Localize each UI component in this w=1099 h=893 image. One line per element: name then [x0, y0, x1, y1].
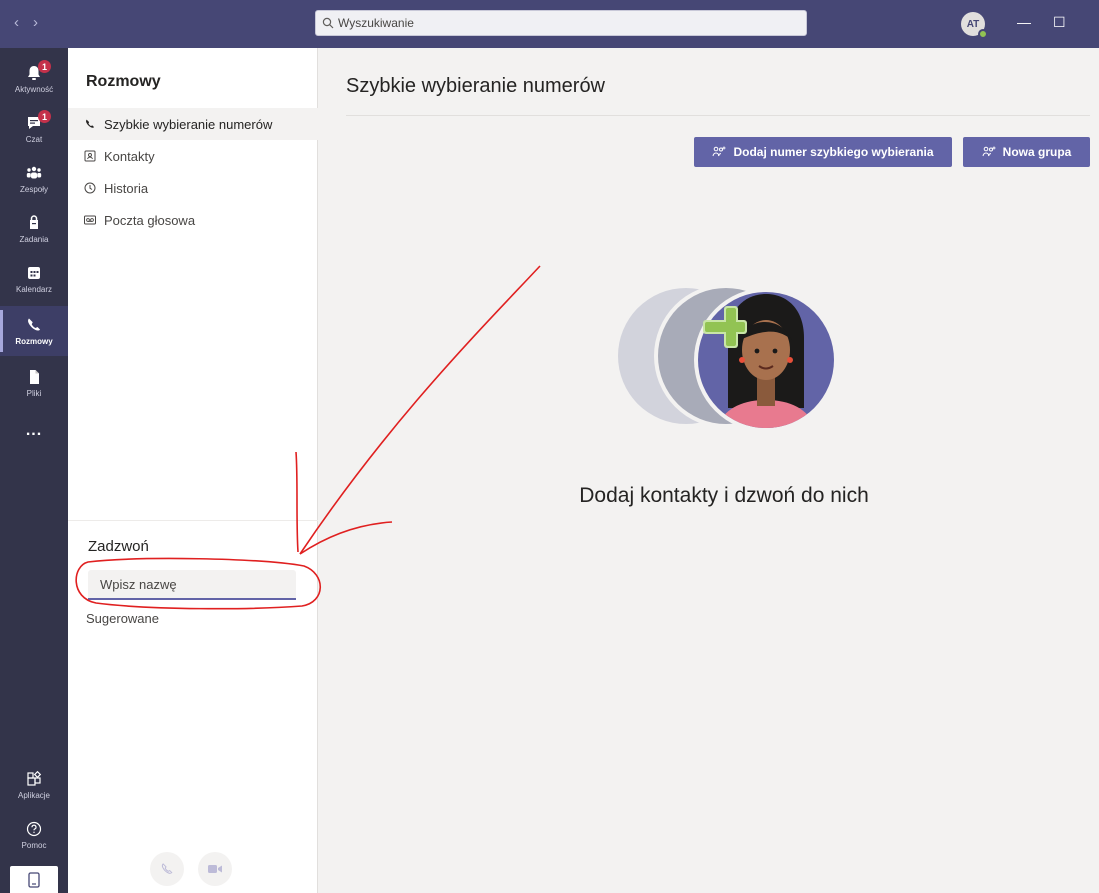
video-camera-icon: [208, 865, 222, 873]
tasks-icon: [30, 215, 38, 229]
phone-icon: [28, 318, 41, 331]
search-box[interactable]: Wyszukiwanie: [315, 10, 807, 36]
button-label: Nowa grupa: [1002, 145, 1072, 159]
user-initials: AT: [966, 18, 980, 30]
phone-icon: [86, 119, 95, 128]
add-people-icon: [712, 146, 726, 157]
nav-item-label: Historia: [104, 180, 149, 196]
calls-nav: Szybkie wybieranie numerów Kontakty Hist…: [68, 108, 318, 236]
rail-item-help[interactable]: Pomoc: [0, 810, 68, 860]
title-bar: ‹ › Wyszukiwanie AT — ☐: [0, 0, 1099, 48]
forward-arrow-icon[interactable]: ›: [33, 14, 38, 31]
rail-item-calendar[interactable]: Kalendarz: [0, 254, 68, 304]
audio-call-button[interactable]: [150, 852, 184, 886]
nav-item-history[interactable]: Historia: [68, 172, 318, 204]
rail-label: Zadania: [19, 235, 49, 244]
activity-badge: 1: [38, 60, 51, 73]
more-icon: ...: [25, 422, 43, 439]
back-arrow-icon[interactable]: ‹: [14, 14, 19, 31]
search-icon: [322, 17, 334, 29]
chat-badge: 1: [38, 110, 51, 123]
nav-item-contacts[interactable]: Kontakty: [68, 140, 318, 172]
nav-item-voicemail[interactable]: Poczta głosowa: [68, 204, 318, 236]
rail-label: Pliki: [26, 389, 42, 398]
user-avatar[interactable]: AT: [961, 12, 988, 39]
rail-item-apps[interactable]: Aplikacje: [0, 760, 68, 810]
nav-item-label: Kontakty: [104, 148, 155, 164]
call-name-input[interactable]: [88, 570, 296, 600]
add-people-icon: [982, 146, 996, 157]
minimize-button[interactable]: —: [1017, 14, 1031, 30]
teams-icon: [26, 166, 42, 179]
rail-label: Kalendarz: [15, 285, 53, 294]
main-content: Szybkie wybieranie numerów Dodaj numer s…: [318, 48, 1099, 893]
maximize-button[interactable]: ☐: [1053, 14, 1066, 31]
app-rail: 1 Aktywność 1 Czat Zespoły Zadania Kalen…: [0, 48, 68, 893]
voicemail-icon: [84, 215, 96, 225]
calls-panel: Rozmowy Szybkie wybieranie numerów Konta…: [68, 48, 318, 893]
history-navigation: ‹ ›: [14, 14, 38, 31]
title-divider: [346, 115, 1090, 116]
panel-divider: [68, 520, 318, 521]
rail-label: Zespoły: [19, 185, 48, 194]
add-contacts-illustration: [618, 288, 838, 432]
rail-label: Czat: [25, 135, 43, 144]
add-speed-dial-button[interactable]: Dodaj numer szybkiego wybierania: [694, 137, 952, 167]
panel-title: Rozmowy: [86, 73, 161, 90]
rail-item-calls[interactable]: Rozmowy: [0, 306, 68, 356]
nav-item-label: Szybkie wybieranie numerów: [104, 116, 273, 132]
button-label: Dodaj numer szybkiego wybierania: [733, 145, 934, 159]
calendar-icon: [28, 267, 40, 279]
page-title: Szybkie wybieranie numerów: [346, 75, 606, 97]
rail-item-chat[interactable]: 1 Czat: [0, 104, 68, 154]
file-icon: [30, 370, 39, 384]
rail-label: Pomoc: [21, 841, 47, 850]
phone-icon: [161, 863, 173, 874]
device-button[interactable]: [10, 866, 58, 893]
help-icon: [26, 821, 42, 837]
device-icon: [28, 871, 40, 888]
rail-label: Aplikacje: [17, 791, 50, 800]
nav-item-label: Poczta głosowa: [104, 212, 196, 228]
nav-item-speed-dial[interactable]: Szybkie wybieranie numerów: [68, 108, 318, 140]
presence-available-icon: [978, 29, 988, 39]
history-icon: [84, 182, 96, 194]
rail-item-tasks[interactable]: Zadania: [0, 204, 68, 254]
rail-item-more[interactable]: ...: [0, 406, 68, 456]
rail-item-activity[interactable]: 1 Aktywność: [0, 54, 68, 104]
new-group-button[interactable]: Nowa grupa: [963, 137, 1090, 167]
suggested-label: Sugerowane: [86, 611, 159, 626]
rail-label: Rozmowy: [15, 337, 53, 346]
contacts-icon: [84, 150, 96, 162]
video-call-button[interactable]: [198, 852, 232, 886]
rail-item-files[interactable]: Pliki: [0, 358, 68, 408]
rail-label: Aktywność: [14, 85, 54, 94]
empty-state-text: Dodaj kontakty i dzwoń do nich: [579, 484, 869, 507]
apps-icon: [27, 770, 42, 786]
rail-item-teams[interactable]: Zespoły: [0, 154, 68, 204]
call-section-title: Zadzwoń: [88, 538, 149, 555]
search-placeholder: Wyszukiwanie: [338, 16, 414, 30]
